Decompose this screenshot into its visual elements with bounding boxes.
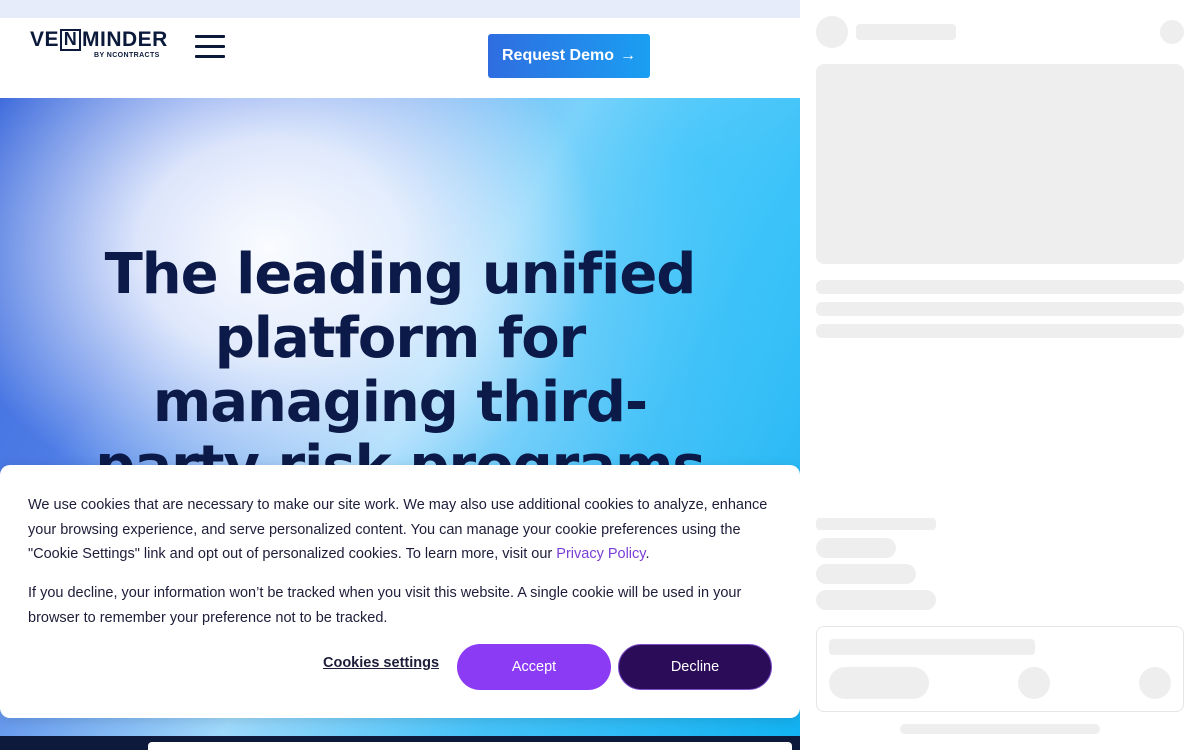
hamburger-line	[195, 55, 225, 58]
accept-cookies-button[interactable]: Accept	[457, 644, 611, 690]
skeleton-card-icon	[1018, 667, 1050, 699]
cookie-paragraph-2: If you decline, your information won’t b…	[28, 585, 742, 626]
skeleton-title-line	[856, 24, 956, 40]
cookie-paragraph-1-text: We use cookies that are necessary to mak…	[28, 497, 768, 562]
skeleton-card-button	[829, 667, 929, 699]
cookie-consent-banner: We use cookies that are necessary to mak…	[0, 465, 800, 718]
skeleton-footer-line	[900, 724, 1100, 734]
request-demo-button[interactable]: Request Demo →	[488, 34, 650, 78]
hamburger-line	[195, 35, 225, 38]
skeleton-media-block	[816, 64, 1184, 264]
logo-prefix: VE	[30, 28, 60, 51]
skeleton-text-line	[816, 280, 1184, 294]
website-pane: VE N MINDER BY NCONTRACTS Request Demo → T…	[0, 0, 800, 750]
venminder-logo[interactable]: VE N MINDER BY NCONTRACTS	[30, 28, 167, 59]
skeleton-text-line	[816, 302, 1184, 316]
skeleton-chip	[816, 590, 936, 610]
cookie-paragraph-1-end: .	[645, 546, 650, 562]
skeleton-label-line	[816, 518, 936, 530]
skeleton-chip	[816, 564, 916, 584]
skeleton-avatar	[816, 16, 848, 48]
arrow-right-icon: →	[620, 47, 637, 64]
hero-title: The leading unified platform for managin…	[95, 242, 706, 499]
privacy-policy-link[interactable]: Privacy Policy	[556, 546, 645, 562]
skeleton-close-icon	[1160, 20, 1184, 44]
loading-side-panel	[800, 0, 1200, 750]
logo-boxed-letter: N	[60, 29, 82, 51]
request-demo-label: Request Demo	[501, 47, 615, 64]
site-header: VE N MINDER BY NCONTRACTS Request Demo →	[0, 18, 800, 98]
skeleton-card-title	[829, 639, 1035, 655]
top-strip	[0, 0, 800, 18]
hamburger-menu-icon[interactable]	[195, 34, 225, 60]
hamburger-line	[195, 45, 225, 48]
logo-suffix: MINDER	[82, 28, 168, 51]
skeleton-card	[816, 626, 1184, 712]
dark-section-card-edge	[148, 742, 792, 750]
cookies-settings-link[interactable]: Cookies settings	[323, 655, 439, 671]
skeleton-text-line	[816, 324, 1184, 338]
skeleton-card-icon	[1139, 667, 1171, 699]
skeleton-chip	[816, 538, 896, 558]
cookie-paragraph-1: We use cookies that are necessary to mak…	[28, 493, 772, 567]
logo-wordmark: VE N MINDER	[30, 28, 168, 52]
decline-cookies-button[interactable]: Decline	[618, 644, 772, 690]
logo-byline: BY NCONTRACTS	[94, 52, 160, 59]
